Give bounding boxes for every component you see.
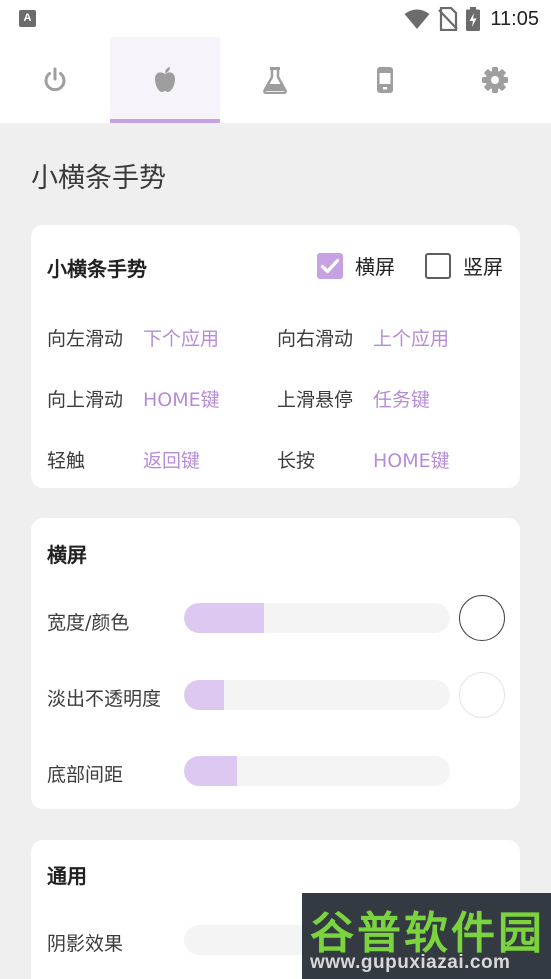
bottom-margin-label: 底部间距 xyxy=(47,764,124,786)
landscape-card-title: 横屏 xyxy=(47,543,87,567)
swipe-left-action[interactable]: 下个应用 xyxy=(143,324,219,351)
flask-icon xyxy=(263,67,287,94)
swipe-right-label: 向右滑动 xyxy=(277,328,354,350)
battery-charging-icon xyxy=(466,7,481,31)
checkbox-unchecked-icon xyxy=(425,252,451,279)
shadow-effect-label: 阴影效果 xyxy=(47,933,124,955)
fade-color-swatch-button[interactable] xyxy=(459,672,505,718)
no-sim-icon xyxy=(438,7,459,31)
fade-opacity-label: 淡出不透明度 xyxy=(47,688,162,710)
long-press-label: 长按 xyxy=(277,450,316,472)
top-tab-bar xyxy=(0,37,551,123)
tab-power[interactable] xyxy=(0,37,110,123)
tab-flask[interactable] xyxy=(220,37,330,123)
watermark-logo: 谷普软件园 www.gupuxiazai.com xyxy=(302,893,551,979)
color-swatch-button[interactable] xyxy=(459,595,505,641)
checkbox-checked-icon xyxy=(317,252,343,279)
fade-opacity-slider[interactable] xyxy=(184,680,450,710)
width-slider[interactable] xyxy=(184,603,450,633)
portrait-checkbox[interactable]: 竖屏 xyxy=(425,251,503,280)
swipe-up-hover-action[interactable]: 任务键 xyxy=(373,385,430,412)
bottom-margin-slider-fill xyxy=(184,756,238,786)
swipe-left-label: 向左滑动 xyxy=(47,328,124,350)
active-tab-indicator xyxy=(110,119,220,123)
watermark-url: www.gupuxiazai.com xyxy=(310,952,511,973)
swipe-up-label: 向上滑动 xyxy=(47,389,124,411)
bottom-margin-slider[interactable] xyxy=(184,756,450,786)
gear-icon xyxy=(482,67,508,93)
tab-apple[interactable] xyxy=(110,37,220,123)
swipe-up-hover-label: 上滑悬停 xyxy=(277,389,354,411)
swipe-up-action[interactable]: HOME键 xyxy=(143,385,220,412)
width-color-label: 宽度/颜色 xyxy=(47,612,130,634)
swipe-right-action[interactable]: 上个应用 xyxy=(373,324,449,351)
tab-settings[interactable] xyxy=(440,37,550,123)
width-slider-fill xyxy=(184,603,264,633)
long-press-action[interactable]: HOME键 xyxy=(373,446,450,473)
tab-phone[interactable] xyxy=(330,37,440,123)
landscape-checkbox-label: 横屏 xyxy=(355,255,395,279)
status-bar: A 11:05 xyxy=(0,0,551,37)
apple-icon xyxy=(155,67,175,92)
clock: 11:05 xyxy=(490,7,539,30)
app-notification-icon: A xyxy=(19,10,36,27)
power-icon xyxy=(44,67,66,92)
phone-icon xyxy=(377,67,393,93)
wifi-icon xyxy=(404,9,430,29)
landscape-checkbox[interactable]: 横屏 xyxy=(317,251,395,280)
page-title: 小横条手势 xyxy=(31,163,166,194)
tap-label: 轻触 xyxy=(47,450,86,472)
tap-action[interactable]: 返回键 xyxy=(143,446,200,473)
general-card-title: 通用 xyxy=(47,864,87,888)
gesture-card-title: 小横条手势 xyxy=(47,257,147,281)
portrait-checkbox-label: 竖屏 xyxy=(463,255,503,279)
fade-opacity-slider-fill xyxy=(184,680,224,710)
status-icons: 11:05 xyxy=(404,6,539,32)
